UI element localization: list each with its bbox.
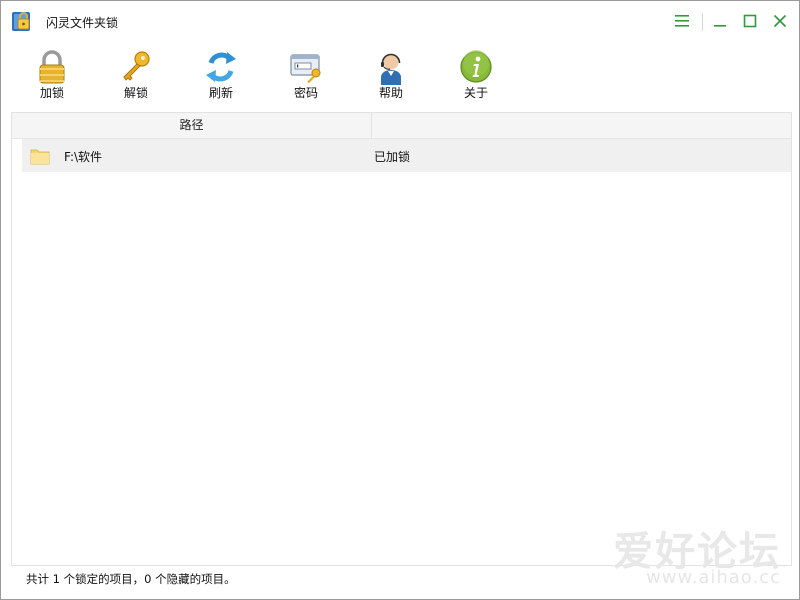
lock-label: 加锁 [39, 86, 64, 100]
close-icon[interactable] [767, 9, 793, 33]
title-bar: 闪灵文件夹锁 [1, 1, 799, 41]
password-label: 密码 [293, 86, 318, 100]
app-lock-icon [11, 9, 35, 33]
password-button[interactable]: 密码 [274, 45, 338, 105]
list-header: 路径 [12, 113, 791, 139]
column-header-path[interactable]: 路径 [12, 113, 372, 138]
window-title: 闪灵文件夹锁 [46, 16, 119, 30]
refresh-button[interactable]: 刷新 [189, 45, 253, 105]
help-button[interactable]: 帮助 [359, 45, 423, 105]
about-label: 关于 [463, 86, 488, 100]
app-window: 闪灵文件夹锁 加锁 解锁 刷新 密码 帮助 关于 路径 F:\软件 已加锁 共计… [0, 0, 800, 600]
table-row[interactable]: F:\软件 已加锁 [22, 139, 791, 172]
column-header-status[interactable] [372, 113, 791, 138]
refresh-label: 刷新 [208, 86, 233, 100]
lock-button[interactable]: 加锁 [20, 45, 84, 105]
help-label: 帮助 [378, 86, 403, 100]
key-icon [118, 49, 154, 85]
row-status: 已加锁 [374, 150, 411, 164]
maximize-icon[interactable] [737, 9, 763, 33]
watermark-url: www.aihao.cc [646, 567, 781, 588]
unlock-label: 解锁 [123, 86, 148, 100]
folder-icon [30, 146, 50, 166]
unlock-button[interactable]: 解锁 [104, 45, 168, 105]
support-agent-icon [373, 49, 409, 85]
menu-icon[interactable] [669, 9, 695, 33]
info-icon [458, 49, 494, 85]
titlebar-divider [702, 13, 703, 31]
refresh-icon [203, 49, 239, 85]
minimize-icon[interactable] [707, 9, 733, 33]
watermark: 爱好论坛 www.aihao.cc [606, 519, 781, 589]
status-bar-text: 共计 1 个锁定的项目，0 个隐藏的项目。 [26, 572, 236, 586]
password-icon [288, 49, 324, 85]
padlock-icon [34, 49, 70, 85]
toolbar: 加锁 解锁 刷新 密码 帮助 关于 [1, 45, 799, 105]
locked-items-list[interactable]: 路径 F:\软件 已加锁 [11, 112, 792, 566]
row-path: F:\软件 [64, 150, 103, 164]
about-button[interactable]: 关于 [444, 45, 508, 105]
